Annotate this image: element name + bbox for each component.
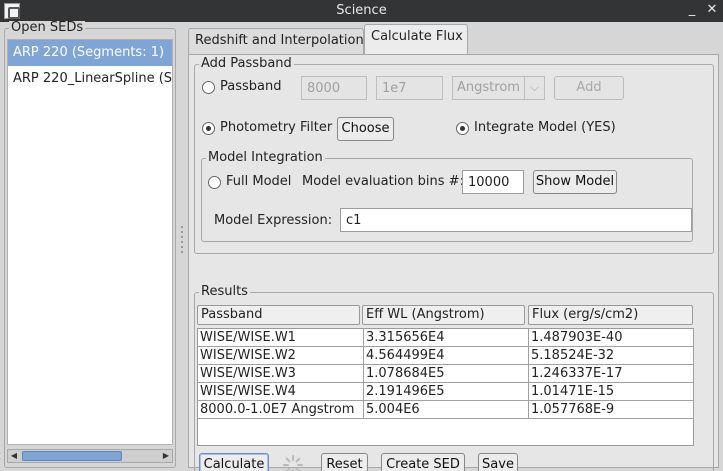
minimize-button[interactable]: _ — [684, 2, 700, 18]
reset-button[interactable]: Reset — [321, 453, 368, 471]
spinner-icon — [282, 454, 304, 471]
model-integration-group: Model Integration Full Model Model evalu… — [201, 151, 693, 242]
column-header-eff-wl[interactable]: Eff WL (Angstrom) — [362, 305, 525, 325]
window-titlebar[interactable]: Science _ ✕ — [0, 0, 723, 22]
passband-max-field[interactable] — [376, 76, 443, 100]
photometry-filter-label: Photometry Filter — [220, 120, 333, 135]
results-group: Results Passband Eff WL (Angstrom) Flux … — [194, 285, 714, 471]
table-cell[interactable]: 1.057768E-9 — [529, 401, 694, 419]
scrollbar-thumb[interactable] — [22, 451, 122, 461]
sed-list-horizontal-scrollbar[interactable]: ◀ ▶ — [7, 449, 173, 463]
unit-dropdown-value: Angstrom — [457, 80, 520, 95]
results-title: Results — [199, 284, 250, 299]
add-passband-button[interactable]: Add — [554, 76, 624, 100]
model-expression-field[interactable] — [340, 208, 692, 232]
table-cell[interactable]: WISE/WISE.W3 — [198, 365, 364, 383]
show-model-button[interactable]: Show Model — [533, 170, 617, 194]
sed-list-item[interactable]: ARP 220_LinearSpline (Se — [8, 66, 172, 92]
table-cell[interactable]: WISE/WISE.W2 — [198, 347, 364, 365]
create-sed-button[interactable]: Create SED — [381, 453, 465, 471]
choose-filter-button[interactable]: Choose — [337, 117, 394, 141]
window-title: Science — [336, 3, 387, 18]
tab-calculate-flux[interactable]: Calculate Flux — [364, 24, 468, 55]
close-button[interactable]: ✕ — [704, 2, 720, 18]
table-cell[interactable]: 5.18524E-32 — [529, 347, 694, 365]
model-bins-field[interactable] — [462, 170, 524, 194]
table-cell[interactable]: 2.191496E5 — [364, 383, 529, 401]
table-cell[interactable]: WISE/WISE.W1 — [198, 329, 364, 347]
integrate-model-label: Integrate Model (YES) — [474, 120, 616, 135]
full-model-label: Full Model — [226, 174, 292, 189]
table-cell[interactable]: WISE/WISE.W4 — [198, 383, 364, 401]
table-row[interactable]: WISE/WISE.W3 1.078684E5 1.246337E-17 — [198, 365, 694, 383]
model-bins-label: Model evaluation bins #: — [302, 174, 464, 189]
table-cell[interactable]: 5.004E6 — [364, 401, 529, 419]
sed-list[interactable]: ARP 220 (Segments: 1) ARP 220_LinearSpli… — [7, 39, 173, 445]
tab-redshift-interpolation[interactable]: Redshift and Interpolation — [188, 28, 364, 54]
model-expression-label: Model Expression: — [214, 213, 333, 228]
table-cell[interactable]: 3.315656E4 — [364, 329, 529, 347]
table-row[interactable]: 8000.0-1.0E7 Angstrom 5.004E6 1.057768E-… — [198, 401, 694, 419]
save-button[interactable]: Save — [478, 453, 518, 471]
open-seds-panel: Open SEDs ARP 220 (Segments: 1) ARP 220_… — [4, 21, 176, 468]
model-integration-title: Model Integration — [206, 150, 325, 165]
table-cell[interactable]: 1.246337E-17 — [529, 365, 694, 383]
table-cell[interactable]: 4.564499E4 — [364, 347, 529, 365]
scroll-left-icon[interactable]: ◀ — [8, 450, 20, 462]
table-row[interactable]: WISE/WISE.W2 4.564499E4 5.18524E-32 — [198, 347, 694, 365]
table-cell[interactable]: 1.01471E-15 — [529, 383, 694, 401]
calculate-flux-panel: Add Passband Passband Angstrom ⌵ Add Pho… — [188, 54, 719, 471]
table-row[interactable]: WISE/WISE.W4 2.191496E5 1.01471E-15 — [198, 383, 694, 401]
open-seds-title: Open SEDs — [9, 20, 86, 35]
passband-min-field[interactable] — [301, 76, 367, 100]
calculate-button[interactable]: Calculate — [199, 453, 269, 471]
unit-dropdown[interactable]: Angstrom ⌵ — [452, 76, 545, 100]
table-cell[interactable]: 1.078684E5 — [364, 365, 529, 383]
full-model-radio[interactable] — [208, 176, 221, 189]
results-table-header: Passband Eff WL (Angstrom) Flux (erg/s/c… — [197, 305, 694, 327]
passband-radio[interactable] — [202, 81, 215, 94]
results-table[interactable]: WISE/WISE.W1 3.315656E4 1.487903E-40 WIS… — [197, 328, 694, 446]
photometry-filter-radio[interactable] — [202, 122, 215, 135]
chevron-down-icon: ⌵ — [524, 77, 544, 99]
column-header-passband[interactable]: Passband — [197, 305, 360, 325]
add-passband-group: Add Passband Passband Angstrom ⌵ Add Pho… — [194, 57, 714, 254]
passband-label: Passband — [220, 79, 282, 94]
main-area: Open SEDs ARP 220 (Segments: 1) ARP 220_… — [0, 21, 723, 471]
scroll-right-icon[interactable]: ▶ — [160, 450, 172, 462]
add-passband-title: Add Passband — [199, 56, 294, 71]
column-header-flux[interactable]: Flux (erg/s/cm2) — [528, 305, 693, 325]
table-cell[interactable]: 8000.0-1.0E7 Angstrom — [198, 401, 364, 419]
integrate-model-radio[interactable] — [456, 122, 469, 135]
sed-list-item[interactable]: ARP 220 (Segments: 1) — [8, 40, 172, 66]
table-cell[interactable]: 1.487903E-40 — [529, 329, 694, 347]
split-pane-divider[interactable] — [179, 222, 185, 262]
table-row[interactable]: WISE/WISE.W1 3.315656E4 1.487903E-40 — [198, 329, 694, 347]
